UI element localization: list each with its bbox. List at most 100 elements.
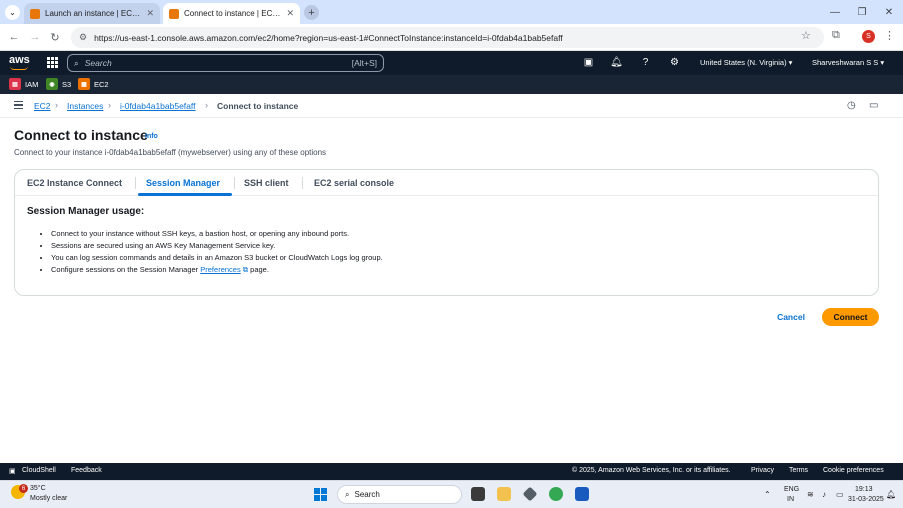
- chrome-app-icon[interactable]: [549, 487, 563, 501]
- chevron-right-icon: ›: [55, 100, 58, 110]
- breadcrumb-instance-id[interactable]: i-0fdab4a1bab5efaff: [120, 101, 195, 111]
- settings-gear-icon[interactable]: ⚙: [668, 56, 681, 69]
- breadcrumb: EC2 › Instances › i-0fdab4a1bab5efaff › …: [0, 94, 903, 118]
- search-placeholder: Search: [84, 58, 112, 68]
- search-icon: ⌕: [74, 57, 79, 68]
- favorite-ec2[interactable]: ▦ EC2: [78, 78, 109, 90]
- session-manager-usage-list: Connect to your instance without SSH key…: [51, 228, 383, 276]
- taskbar-search-label: Search: [354, 490, 380, 499]
- clock-time[interactable]: 19:13: [855, 486, 873, 493]
- tab-divider: [302, 177, 303, 189]
- search-input[interactable]: ⌕ Search [Alt+S]: [67, 54, 384, 72]
- tab-session-manager[interactable]: Session Manager: [146, 178, 220, 188]
- tab-divider: [135, 177, 136, 189]
- account-menu[interactable]: Sharveshwaran S S ▾: [812, 58, 884, 67]
- volume-icon[interactable]: ♪: [822, 490, 826, 499]
- favorite-s3[interactable]: ◉ S3: [46, 78, 71, 90]
- back-icon[interactable]: ←: [6, 29, 22, 45]
- history-clock-icon[interactable]: ◷: [847, 100, 856, 111]
- cloudshell-link[interactable]: CloudShell: [22, 467, 56, 474]
- help-icon[interactable]: ?: [639, 56, 652, 69]
- tab-ec2-instance-connect[interactable]: EC2 Instance Connect: [27, 178, 122, 188]
- tray-chevron-up-icon[interactable]: ⌃: [764, 490, 771, 499]
- windows-start-icon[interactable]: [314, 488, 327, 501]
- favorite-label: S3: [62, 79, 72, 89]
- list-item-text: page.: [248, 265, 269, 274]
- s3-service-icon: ◉: [46, 78, 58, 90]
- services-menu-icon[interactable]: [47, 57, 58, 68]
- browser-tab-strip: ⌄ Launch an instance | EC2 | us-e ✕ Conn…: [0, 0, 903, 24]
- weather-condition[interactable]: Mostly clear: [30, 495, 67, 502]
- search-shortcut: [Alt+S]: [351, 58, 377, 68]
- aws-logo[interactable]: aws: [9, 54, 30, 70]
- aws-logo-text: aws: [9, 54, 30, 66]
- close-tab-icon[interactable]: ✕: [146, 8, 154, 19]
- url-field[interactable]: ⚙ https://us-east-1.console.aws.amazon.c…: [71, 27, 824, 48]
- browser-tab-launch[interactable]: Launch an instance | EC2 | us-e ✕: [24, 3, 160, 24]
- privacy-link[interactable]: Privacy: [751, 467, 774, 474]
- feedback-link[interactable]: Feedback: [71, 467, 102, 474]
- notification-bell-icon[interactable]: 🔔︎: [886, 490, 896, 499]
- browser-menu-icon[interactable]: ⋮: [884, 29, 895, 42]
- active-tab-indicator: [138, 193, 232, 196]
- breadcrumb-ec2[interactable]: EC2: [34, 101, 51, 111]
- info-link[interactable]: Info: [145, 133, 158, 140]
- tab-search-icon[interactable]: ⌄: [5, 5, 20, 20]
- breadcrumb-current: Connect to instance: [217, 101, 299, 111]
- page-description: Connect to your instance i-0fdab4a1bab5e…: [14, 148, 327, 157]
- iam-service-icon: ▤: [9, 78, 21, 90]
- favorite-iam[interactable]: ▤ IAM: [9, 78, 38, 90]
- close-tab-icon[interactable]: ✕: [286, 8, 294, 19]
- list-item: You can log session commands and details…: [51, 252, 383, 264]
- wifi-icon[interactable]: ≋: [807, 490, 814, 499]
- weather-temperature[interactable]: 35°C: [30, 485, 46, 492]
- aws-favicon-icon: [169, 8, 179, 19]
- cloudshell-icon[interactable]: ▣: [582, 56, 595, 69]
- search-icon: ⌕: [345, 489, 350, 499]
- copyright-text: © 2025, Amazon Web Services, Inc. or its…: [572, 467, 731, 474]
- cancel-button[interactable]: Cancel: [768, 309, 814, 325]
- breadcrumb-instances[interactable]: Instances: [67, 101, 103, 111]
- forward-icon[interactable]: →: [27, 29, 43, 45]
- language-indicator[interactable]: ENG: [784, 486, 799, 493]
- chevron-right-icon: ›: [108, 100, 111, 110]
- tab-ec2-serial-console[interactable]: EC2 serial console: [314, 178, 394, 188]
- app-cube-icon[interactable]: [522, 486, 538, 502]
- notifications-bell-icon[interactable]: 🔔︎: [610, 56, 623, 69]
- browser-tab-connect[interactable]: Connect to instance | EC2 | us-e ✕: [163, 3, 300, 24]
- tab-divider: [234, 177, 235, 189]
- reload-icon[interactable]: ↻: [47, 29, 63, 45]
- address-bar-row: ← → ↻ ⚙ https://us-east-1.console.aws.am…: [0, 24, 903, 51]
- preferences-link[interactable]: Preferences: [200, 265, 240, 274]
- list-item-text: Configure sessions on the Session Manage…: [51, 265, 201, 274]
- feedback-icon[interactable]: ▭: [869, 100, 878, 111]
- terms-link[interactable]: Terms: [789, 467, 808, 474]
- cookie-preferences-link[interactable]: Cookie preferences: [823, 467, 884, 474]
- tab-ssh-client[interactable]: SSH client: [244, 178, 289, 188]
- cloudshell-footer-icon[interactable]: ▣: [9, 467, 16, 475]
- file-explorer-icon[interactable]: [497, 487, 511, 501]
- side-nav-menu-icon[interactable]: [14, 101, 23, 109]
- chevron-right-icon: ›: [205, 100, 208, 110]
- taskbar-search-input[interactable]: ⌕ Search: [337, 485, 462, 504]
- url-text: https://us-east-1.console.aws.amazon.com…: [94, 32, 563, 43]
- connect-method-tabs: EC2 Instance Connect Session Manager SSH…: [15, 170, 878, 196]
- list-item: Configure sessions on the Session Manage…: [51, 264, 383, 276]
- list-item: Sessions are secured using an AWS Key Ma…: [51, 240, 383, 252]
- extensions-icon[interactable]: ⧉: [832, 29, 840, 42]
- region-selector[interactable]: United States (N. Virginia) ▾: [700, 58, 792, 67]
- clock-date[interactable]: 31-03-2025: [848, 496, 884, 503]
- aws-top-nav: aws ⌕ Search [Alt+S] ▣ 🔔︎ ? ⚙ United Sta…: [0, 51, 903, 75]
- favorite-label: EC2: [94, 79, 109, 89]
- close-window-icon[interactable]: ✕: [873, 0, 903, 24]
- profile-avatar[interactable]: S: [862, 30, 875, 43]
- region-indicator[interactable]: IN: [787, 496, 794, 503]
- word-app-icon[interactable]: [575, 487, 589, 501]
- battery-icon[interactable]: ▭: [836, 490, 844, 499]
- site-info-icon[interactable]: ⚙: [79, 32, 87, 43]
- new-tab-button[interactable]: +: [304, 5, 319, 20]
- bookmark-star-icon[interactable]: ☆: [801, 29, 811, 42]
- browser-tab-title: Launch an instance | EC2 | us-e: [45, 9, 142, 18]
- terminal-app-icon[interactable]: [471, 487, 485, 501]
- connect-button[interactable]: Connect: [822, 308, 879, 326]
